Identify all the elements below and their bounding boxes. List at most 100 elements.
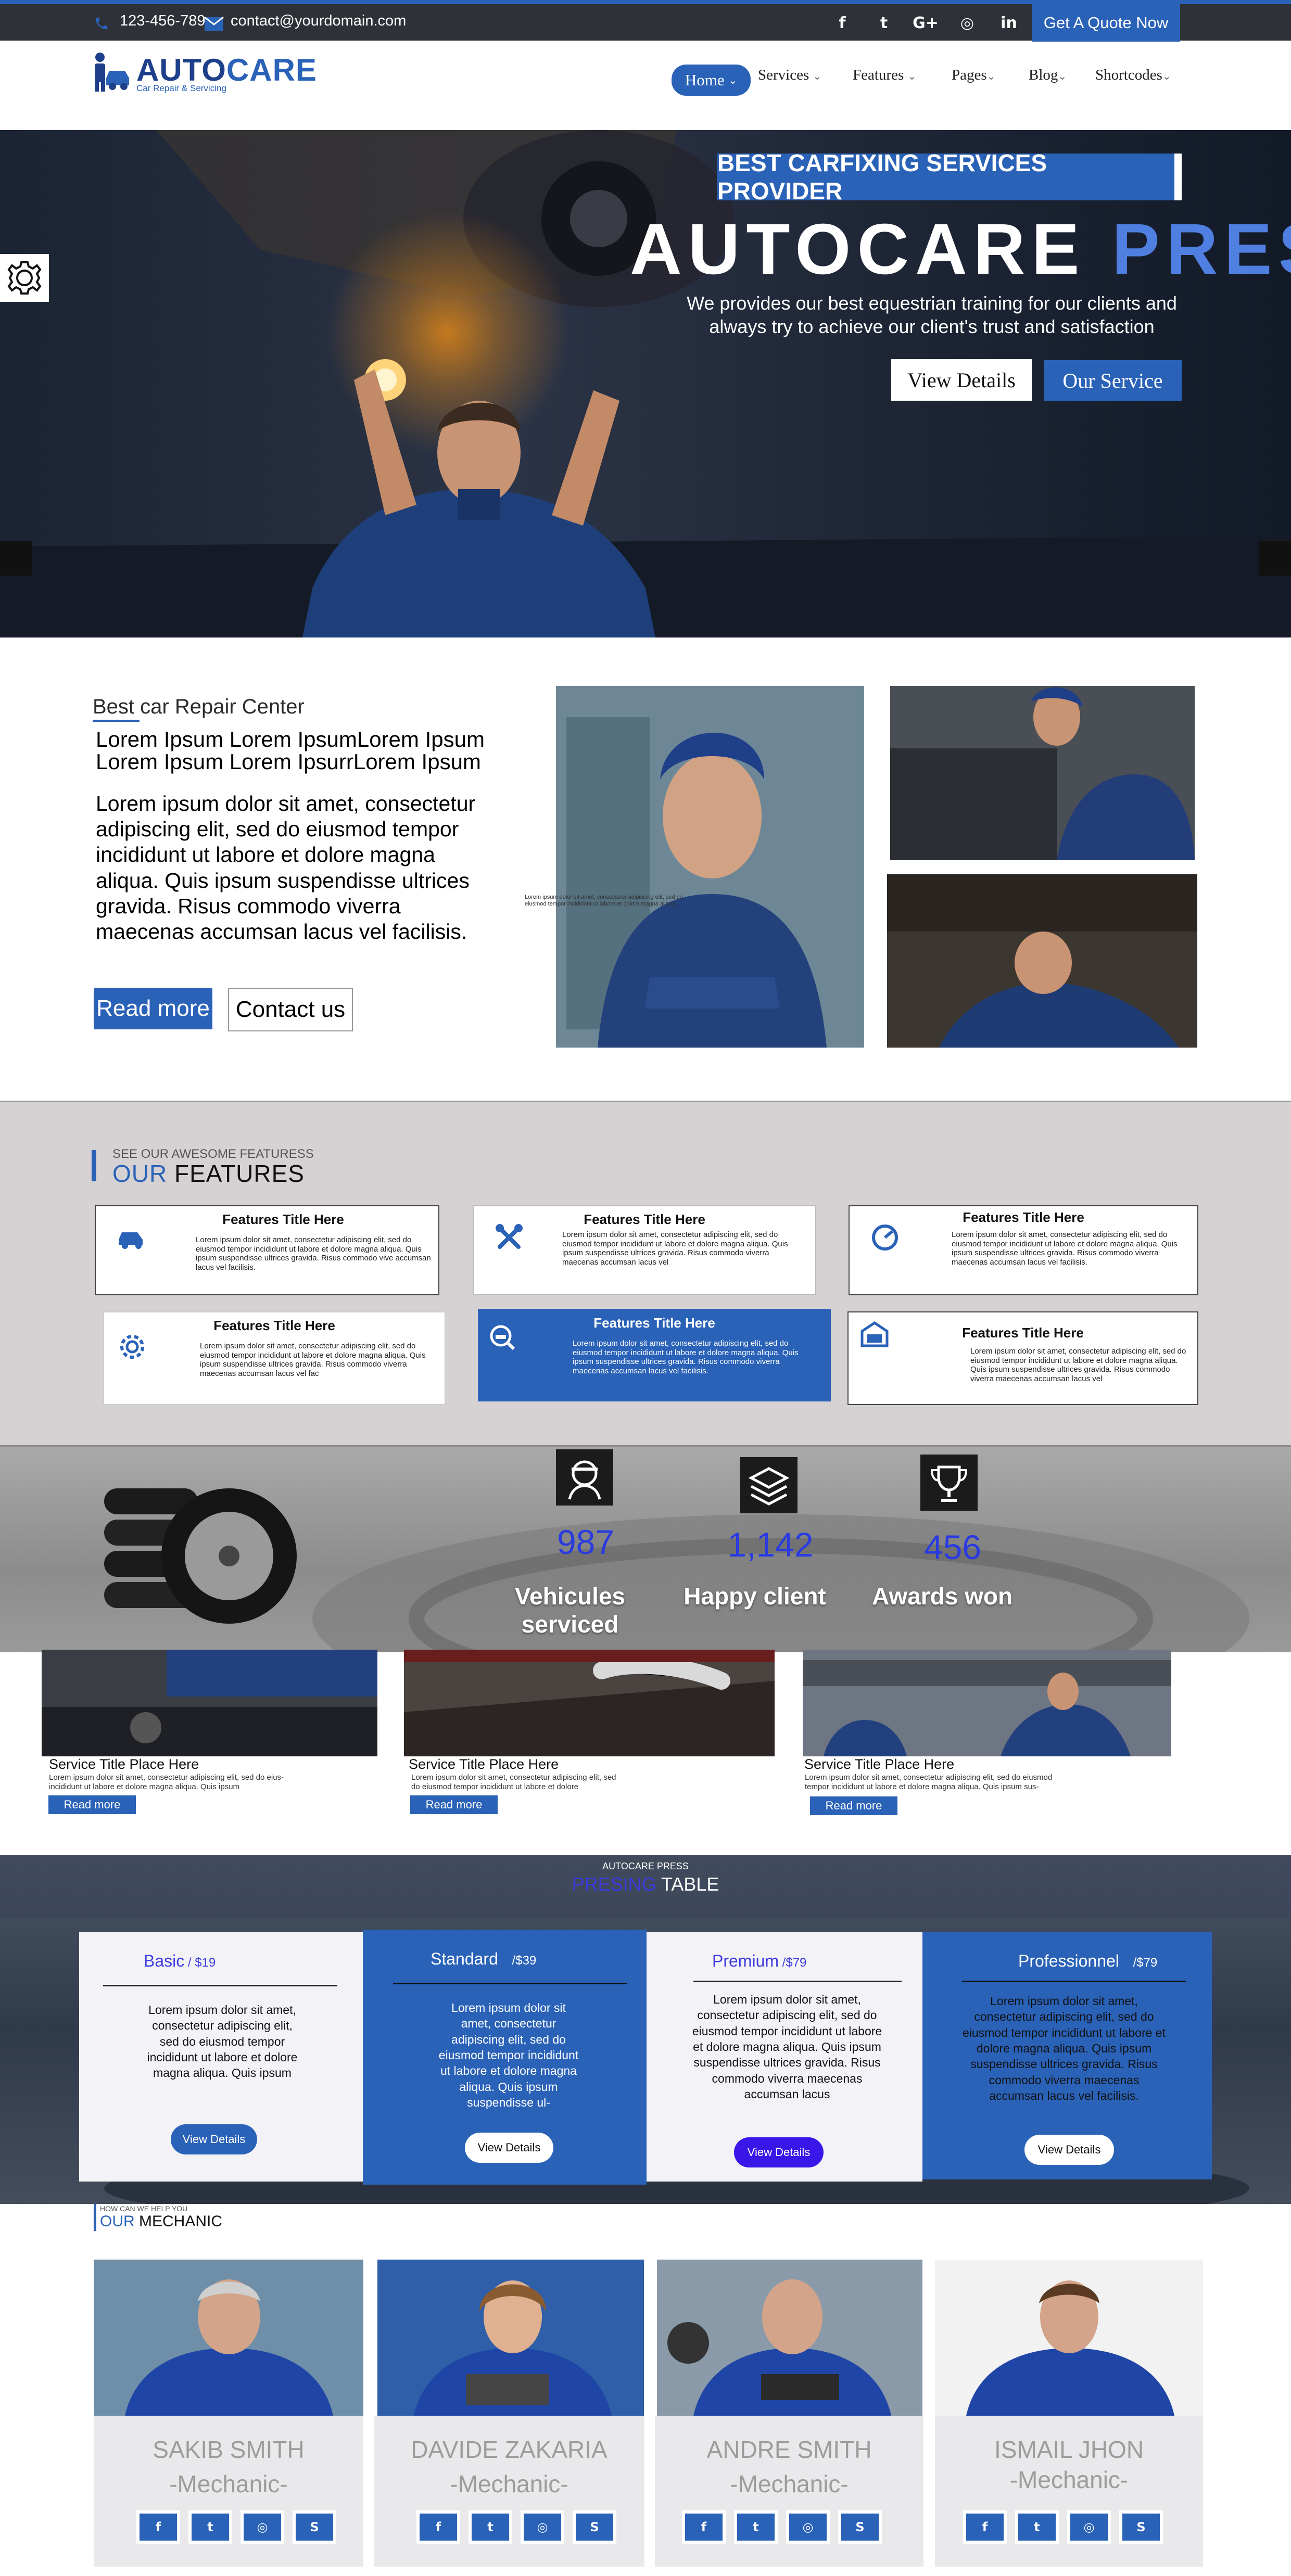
feature-card-active[interactable]: Features Title Here Lorem ipsum dolor si… [478, 1309, 831, 1401]
hero-mechanic-image [302, 369, 655, 637]
plan-name: Premium /$79 [712, 1952, 806, 1971]
service-image [404, 1650, 775, 1756]
twitter-icon[interactable]: t [188, 2510, 232, 2544]
quote-button[interactable]: Get A Quote Now [1032, 4, 1180, 42]
skype-icon[interactable]: S [838, 2510, 882, 2544]
feature-text: Lorem ipsum dolor sit amet, consectetur … [573, 1339, 799, 1376]
mechanic-photo-image [94, 2260, 363, 2416]
hero-title-main: AUTOCARE [630, 209, 1112, 289]
mechanics-title-accent: OUR [100, 2213, 135, 2230]
mechanic-role: -Mechanic- [169, 2470, 288, 2497]
twitter-icon[interactable]: t [469, 2510, 512, 2544]
mechanic-card: SAKIB SMITH -Mechanic- f t ◎ S [94, 2416, 363, 2567]
pricing-title-rest: TABLE [656, 1873, 719, 1895]
stat-icon-box [556, 1449, 613, 1506]
mechanic-card: DAVIDE ZAKARIA -Mechanic- f t ◎ S [374, 2416, 644, 2567]
service-read-more-button[interactable]: Read more [48, 1795, 136, 1814]
linkedin-icon[interactable]: in [988, 4, 1030, 42]
google-plus-icon[interactable]: G+ [905, 4, 946, 42]
about-eyebrow: Best car Repair Center [93, 695, 305, 718]
chevron-down-icon: ⌄ [1162, 71, 1171, 82]
plan-view-details-button[interactable]: View Details [1024, 2135, 1114, 2165]
slider-next-arrow[interactable] [1259, 541, 1291, 576]
feature-card[interactable]: Features Title Here Lorem ipsum dolor si… [847, 1311, 1198, 1405]
nav-blog[interactable]: Blog⌄ [1029, 67, 1067, 84]
settings-tab[interactable] [0, 254, 49, 302]
eyebrow-underline [93, 720, 140, 722]
pricing-card-premium: Premium /$79 Lorem ipsum dolor sit amet,… [647, 1932, 922, 2182]
chevron-down-icon: ⌄ [1058, 71, 1067, 82]
facebook-icon[interactable]: f [821, 4, 863, 42]
nav-home[interactable]: Home ⌄ [672, 65, 751, 96]
nav-services[interactable]: Services ⌄ [758, 67, 821, 84]
feature-title: Features Title Here [584, 1212, 705, 1227]
stat-number: 456 [923, 1528, 982, 1566]
mechanic-role: -Mechanic- [1009, 2466, 1129, 2493]
read-more-button[interactable]: Read more [94, 988, 212, 1029]
feature-card[interactable]: Features Title Here Lorem ipsum dolor si… [849, 1205, 1198, 1295]
slider-prev-arrow[interactable] [0, 541, 32, 576]
nav-pages[interactable]: Pages⌄ [952, 67, 995, 84]
hero-description: We provides our best equestrian training… [687, 292, 1177, 337]
instagram-icon[interactable]: ◎ [946, 4, 988, 42]
feature-card[interactable]: Features Title Here Lorem ipsum dolor si… [95, 1205, 439, 1295]
gear-icon [7, 261, 42, 295]
stat-label: Happy client [684, 1583, 826, 1610]
mechanics-eyebrow: HOW CAN WE HELP YOU [100, 2204, 188, 2213]
mechanic-photo [377, 2260, 644, 2416]
plan-name: Basic / $19 [144, 1952, 216, 1971]
section-accent-bar [94, 2204, 96, 2231]
service-read-more-button[interactable]: Read more [810, 1796, 897, 1815]
plan-view-details-button[interactable]: View Details [465, 2133, 553, 2163]
gear-icon [120, 1335, 144, 1359]
mechanic-name: ANDRE SMITH [706, 2436, 872, 2463]
mail-icon [204, 17, 224, 31]
nav-shortcodes[interactable]: Shortcodes⌄ [1095, 67, 1171, 84]
plan-name-text: Premium [712, 1952, 779, 1970]
stat-label: Vehicules serviced [514, 1583, 626, 1638]
chevron-down-icon: ⌄ [986, 71, 996, 82]
pricing-card-professionnel: Professionnel /$79 Lorem ipsum dolor sit… [922, 1932, 1212, 2179]
feature-card[interactable]: Features Title Here Lorem ipsum dolor si… [473, 1205, 816, 1295]
twitter-icon[interactable]: t [1015, 2510, 1059, 2544]
facebook-icon[interactable]: f [136, 2510, 180, 2544]
trophy-icon [930, 1465, 968, 1502]
plan-view-details-button[interactable]: View Details [734, 2137, 824, 2167]
hero-title: AUTOCARE PRESS [630, 208, 1291, 291]
service-image [42, 1650, 377, 1756]
gauge-icon [872, 1225, 898, 1251]
plan-name-text: Standard [431, 1949, 498, 1968]
stat-number: 987 [556, 1523, 615, 1561]
instagram-icon[interactable]: ◎ [521, 2510, 564, 2544]
skype-icon[interactable]: S [573, 2510, 616, 2544]
feature-card[interactable]: Features Title Here Lorem ipsum dolor si… [103, 1311, 446, 1405]
instagram-icon[interactable]: ◎ [241, 2510, 284, 2544]
service-read-more-button[interactable]: Read more [410, 1795, 498, 1814]
mechanic-role: -Mechanic- [730, 2470, 849, 2497]
plan-view-details-button[interactable]: View Details [171, 2124, 257, 2154]
facebook-icon[interactable]: f [682, 2510, 726, 2544]
plan-name-text: Professionnel [1018, 1952, 1119, 1970]
instagram-icon[interactable]: ◎ [1067, 2510, 1111, 2544]
facebook-icon[interactable]: f [963, 2510, 1007, 2544]
instagram-icon[interactable]: ◎ [786, 2510, 830, 2544]
plan-divider [393, 1983, 627, 1984]
email-link[interactable]: contact@yourdomain.com [231, 12, 406, 30]
skype-icon[interactable]: S [293, 2510, 336, 2544]
feature-title: Features Title Here [213, 1318, 335, 1333]
nav-features[interactable]: Features ⌄ [853, 67, 916, 84]
our-service-button[interactable]: Our Service [1044, 360, 1182, 401]
logo-text[interactable]: AUTOCARE [136, 52, 317, 88]
skype-icon[interactable]: S [1119, 2510, 1163, 2544]
twitter-icon[interactable]: t [863, 4, 905, 42]
stat-icon-box [740, 1457, 798, 1513]
twitter-icon[interactable]: t [734, 2510, 778, 2544]
logo-mark[interactable] [92, 51, 131, 93]
contact-us-button[interactable]: Contact us [228, 988, 353, 1031]
view-details-button[interactable]: View Details [891, 359, 1032, 401]
plan-name: Professionnel /$79 [1018, 1952, 1157, 1971]
mechanic-name: SAKIB SMITH [153, 2436, 305, 2463]
logo-care: CARE [226, 53, 317, 87]
facebook-icon[interactable]: f [416, 2510, 460, 2544]
plan-name: Standard /$39 [431, 1949, 536, 1969]
